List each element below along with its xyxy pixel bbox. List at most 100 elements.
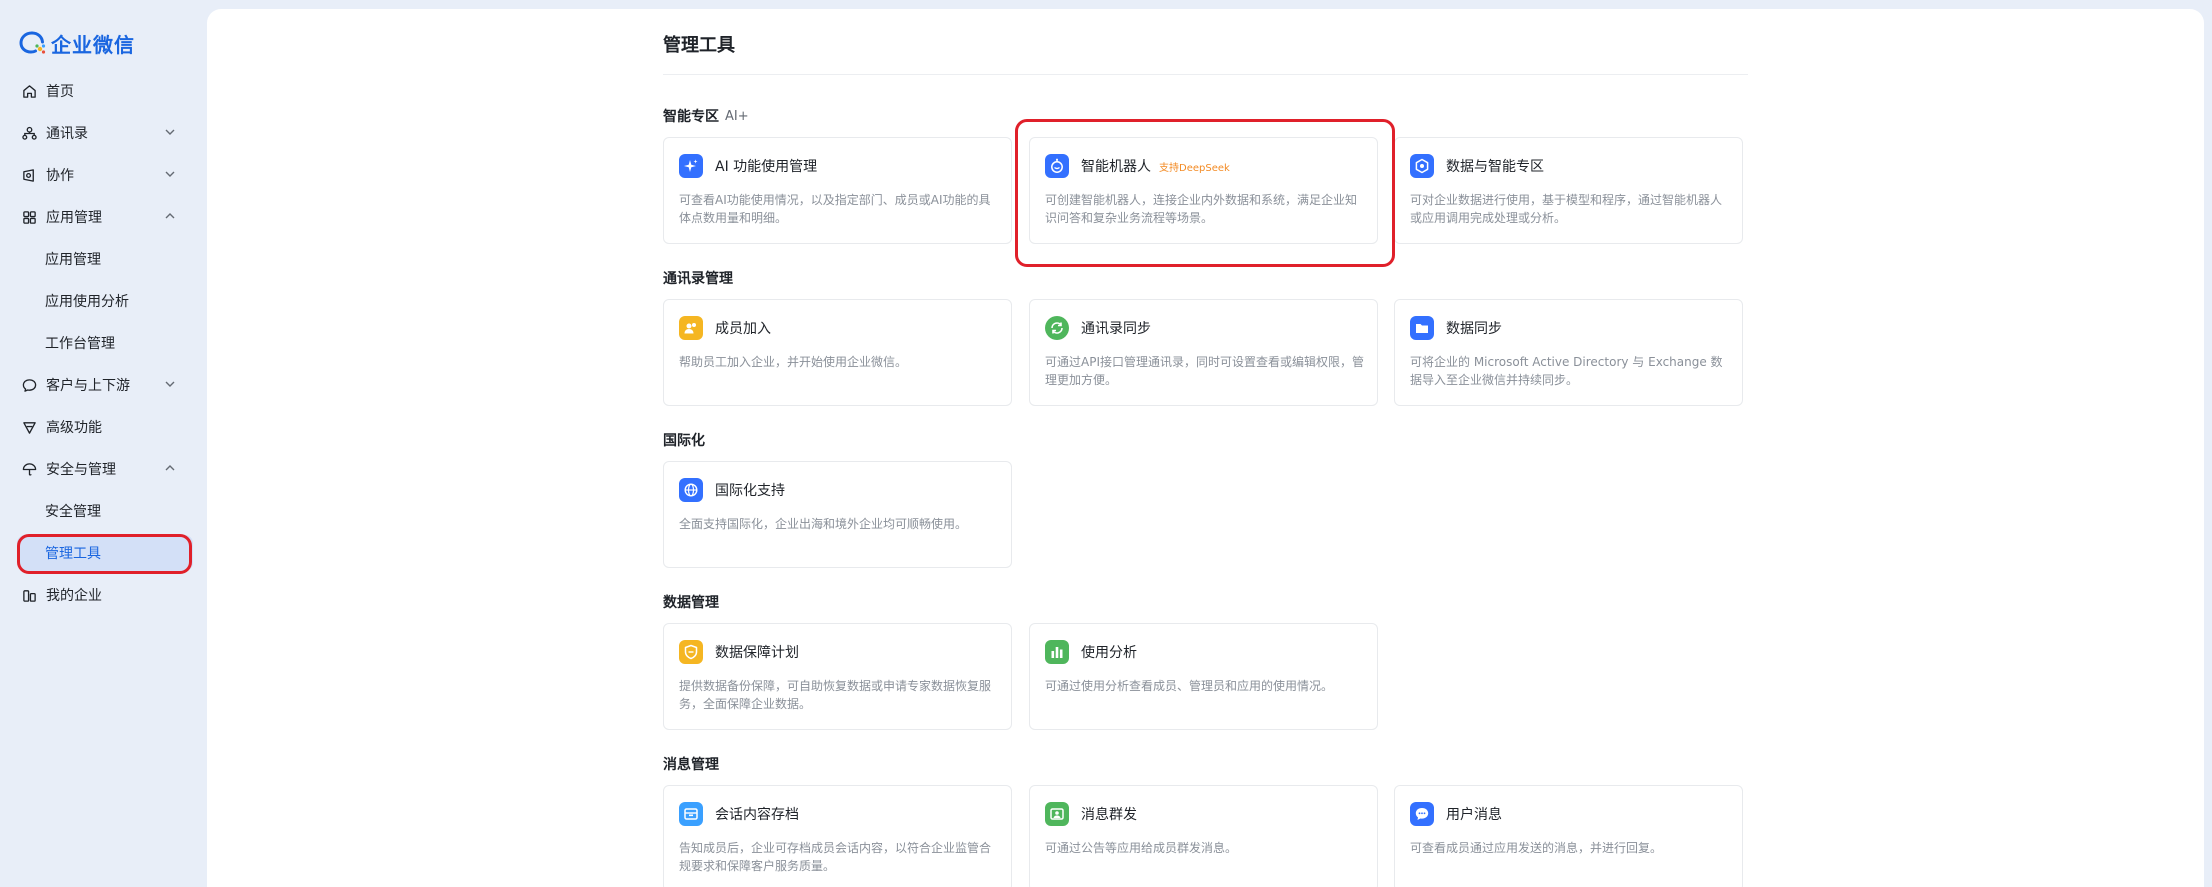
card-title-text: 数据与智能专区 [1446, 159, 1544, 175]
card-mass-message[interactable]: 消息群发 可通过公告等应用给成员群发消息。 [1029, 785, 1378, 887]
card-title-text: 用户消息 [1446, 807, 1502, 823]
card-title-text: 国际化支持 [715, 483, 785, 499]
card-member-join[interactable]: 成员加入 帮助员工加入企业，并开始使用企业微信。 [663, 299, 1012, 406]
section-title-message-management: 消息管理 [663, 754, 719, 774]
card-title: 国际化支持 [715, 480, 785, 500]
sidebar-item-security-admin[interactable]: 安全与管理 [17, 451, 193, 487]
sidebar-item-label: 安全管理 [45, 504, 101, 520]
sidebar-item-app-management-sub[interactable]: 应用管理 [17, 241, 193, 277]
divider [663, 74, 1748, 75]
card-data-intelligence-zone[interactable]: 数据与智能专区 可对企业数据进行使用，基于模型和程序，通过智能机器人或应用调用完… [1394, 137, 1743, 244]
org-chart-icon [21, 125, 37, 141]
sidebar-item-app-management[interactable]: 应用管理 [17, 199, 193, 235]
card-description: 全面支持国际化，企业出海和境外企业均可顺畅使用。 [679, 517, 968, 531]
sidebar-item-app-usage-analysis[interactable]: 应用使用分析 [17, 283, 193, 319]
app-name: 企业微信 [51, 32, 135, 57]
card-data-protection-plan[interactable]: 数据保障计划 提供数据备份保障，可自助恢复数据或申请专家数据恢复服务，全面保障企… [663, 623, 1012, 730]
sidebar-item-label: 应用使用分析 [45, 294, 129, 310]
card-description: 提供数据备份保障，可自助恢复数据或申请专家数据恢复服务，全面保障企业数据。 [679, 679, 992, 711]
globe-icon [679, 478, 703, 502]
chevron-down-icon [165, 171, 175, 177]
card-title: AI 功能使用管理 [715, 156, 817, 176]
page-title: 管理工具 [663, 35, 735, 56]
sync-icon [1045, 316, 1069, 340]
chevron-up-icon [165, 465, 175, 471]
card-title: 成员加入 [715, 318, 771, 338]
funnel-icon [21, 419, 37, 435]
card-description: 可将企业的 Microsoft Active Directory 与 Excha… [1410, 355, 1723, 387]
card-description: 可查看成员通过应用发送的消息，并进行回复。 [1410, 841, 1663, 855]
broadcast-icon [1045, 802, 1069, 826]
card-title-text: 成员加入 [715, 321, 771, 337]
chevron-down-icon [165, 381, 175, 387]
sidebar-item-label: 高级功能 [46, 420, 102, 436]
annotation-highlight-sidebar [17, 534, 192, 574]
section-title-text: 智能专区 [663, 109, 719, 125]
sparkle-icon [679, 154, 703, 178]
card-title: 使用分析 [1081, 642, 1137, 662]
section-title-text: 数据管理 [663, 595, 719, 611]
card-title: 数据保障计划 [715, 642, 799, 662]
sidebar-item-collaboration[interactable]: 协作 [17, 157, 193, 193]
card-description: 可通过使用分析查看成员、管理员和应用的使用情况。 [1045, 679, 1334, 693]
sidebar-item-contacts[interactable]: 通讯录 [17, 115, 193, 151]
message-bubble-icon [1410, 802, 1434, 826]
section-title-text: 通讯录管理 [663, 271, 733, 287]
card-title-text: 会话内容存档 [715, 807, 799, 823]
collaboration-icon [21, 167, 37, 183]
section-title-text: 消息管理 [663, 757, 719, 773]
app-logo[interactable]: 企业微信 [19, 28, 135, 58]
sidebar-item-advanced-features[interactable]: 高级功能 [17, 409, 193, 445]
card-title: 数据与智能专区 [1446, 156, 1544, 176]
section-title-i18n: 国际化 [663, 430, 705, 450]
home-icon [21, 83, 37, 99]
sidebar-item-label: 应用管理 [45, 252, 101, 268]
card-title: 数据同步 [1446, 318, 1502, 338]
sidebar-item-home[interactable]: 首页 [17, 73, 193, 109]
card-chat-archive[interactable]: 会话内容存档 告知成员后，企业可存档成员会话内容，以符合企业监管合规要求和保障客… [663, 785, 1012, 887]
card-data-sync[interactable]: 数据同步 可将企业的 Microsoft Active Directory 与 … [1394, 299, 1743, 406]
chevron-up-icon [165, 213, 175, 219]
ai-plus-tag: AI+ [725, 108, 749, 124]
sidebar-item-customers[interactable]: 客户与上下游 [17, 367, 193, 403]
card-i18n-support[interactable]: 国际化支持 全面支持国际化，企业出海和境外企业均可顺畅使用。 [663, 461, 1012, 568]
main-content: 管理工具 智能专区 AI+ AI 功能使用管理 可查看AI功能使用情况，以及指定… [207, 9, 2204, 887]
sidebar-item-label: 应用管理 [46, 210, 102, 226]
sidebar-item-label: 通讯录 [46, 126, 88, 142]
sidebar-item-my-company[interactable]: 我的企业 [17, 577, 193, 613]
card-description: 可查看AI功能使用情况，以及指定部门、成员或AI功能的具体点数用量和明细。 [679, 193, 991, 225]
card-title-text: AI 功能使用管理 [715, 159, 818, 175]
card-description: 帮助员工加入企业，并开始使用企业微信。 [679, 355, 908, 369]
sidebar-item-label: 安全与管理 [46, 462, 116, 478]
section-title-contacts: 通讯录管理 [663, 268, 733, 288]
annotation-highlight-smart-robot [1015, 119, 1395, 267]
chevron-down-icon [165, 129, 175, 135]
sidebar-item-label: 我的企业 [46, 588, 102, 604]
card-title: 通讯录同步 [1081, 318, 1151, 338]
sidebar: 企业微信 首页 通讯录 协作 应用管理 应用管理 应用使用分析 工作台管理 客户… [0, 0, 207, 887]
sidebar-item-workbench-management[interactable]: 工作台管理 [17, 325, 193, 361]
card-title-text: 数据保障计划 [715, 645, 799, 661]
hexagon-data-icon [1410, 154, 1434, 178]
section-title-text: 国际化 [663, 433, 705, 449]
card-ai-usage-management[interactable]: AI 功能使用管理 可查看AI功能使用情况，以及指定部门、成员或AI功能的具体点… [663, 137, 1012, 244]
sidebar-item-label: 首页 [46, 84, 74, 100]
card-user-messages[interactable]: 用户消息 可查看成员通过应用发送的消息，并进行回复。 [1394, 785, 1743, 887]
sidebar-item-label: 协作 [46, 168, 74, 184]
sidebar-item-label: 客户与上下游 [46, 378, 130, 394]
card-contacts-sync[interactable]: 通讯录同步 可通过API接口管理通讯录，同时可设置查看或编辑权限，管理更加方便。 [1029, 299, 1378, 406]
card-title-text: 数据同步 [1446, 321, 1502, 337]
member-add-icon [679, 316, 703, 340]
sidebar-item-security-management[interactable]: 安全管理 [17, 493, 193, 529]
card-title-text: 消息群发 [1081, 807, 1137, 823]
archive-box-icon [679, 802, 703, 826]
card-description: 可通过公告等应用给成员群发消息。 [1045, 841, 1238, 855]
card-title: 消息群发 [1081, 804, 1137, 824]
section-title-data-management: 数据管理 [663, 592, 719, 612]
bar-chart-icon [1045, 640, 1069, 664]
apps-grid-icon [21, 209, 37, 225]
card-title-text: 通讯录同步 [1081, 321, 1151, 337]
card-title: 用户消息 [1446, 804, 1502, 824]
wecom-logo-icon [19, 31, 46, 54]
card-usage-analysis[interactable]: 使用分析 可通过使用分析查看成员、管理员和应用的使用情况。 [1029, 623, 1378, 730]
